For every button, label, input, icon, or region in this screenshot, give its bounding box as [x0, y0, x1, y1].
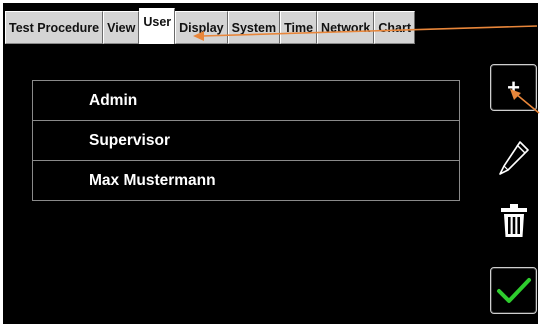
plus-icon: +: [507, 74, 520, 100]
tab-bar: Test Procedure View User Display System …: [5, 8, 416, 44]
tab-system[interactable]: System: [227, 11, 281, 44]
tab-chart[interactable]: Chart: [374, 11, 416, 44]
tab-test-procedure[interactable]: Test Procedure: [5, 11, 104, 44]
tab-user[interactable]: User: [139, 8, 176, 44]
list-item-user[interactable]: Max Mustermann: [33, 161, 459, 201]
edit-user-button[interactable]: [490, 134, 537, 181]
tab-display[interactable]: Display: [175, 11, 228, 44]
app-screen: Test Procedure View User Display System …: [3, 3, 538, 324]
checkmark-icon: [496, 277, 531, 303]
delete-user-button[interactable]: [490, 197, 537, 244]
trash-icon: [500, 203, 527, 237]
pencil-icon: [498, 140, 529, 175]
tab-network[interactable]: Network: [317, 11, 375, 44]
add-user-button[interactable]: +: [490, 64, 537, 111]
confirm-button[interactable]: [490, 267, 537, 314]
tab-view[interactable]: View: [103, 11, 140, 44]
tab-time[interactable]: Time: [280, 11, 318, 44]
list-item-user[interactable]: Admin: [33, 81, 459, 121]
user-list: Admin Supervisor Max Mustermann: [32, 80, 460, 201]
list-item-user[interactable]: Supervisor: [33, 121, 459, 161]
